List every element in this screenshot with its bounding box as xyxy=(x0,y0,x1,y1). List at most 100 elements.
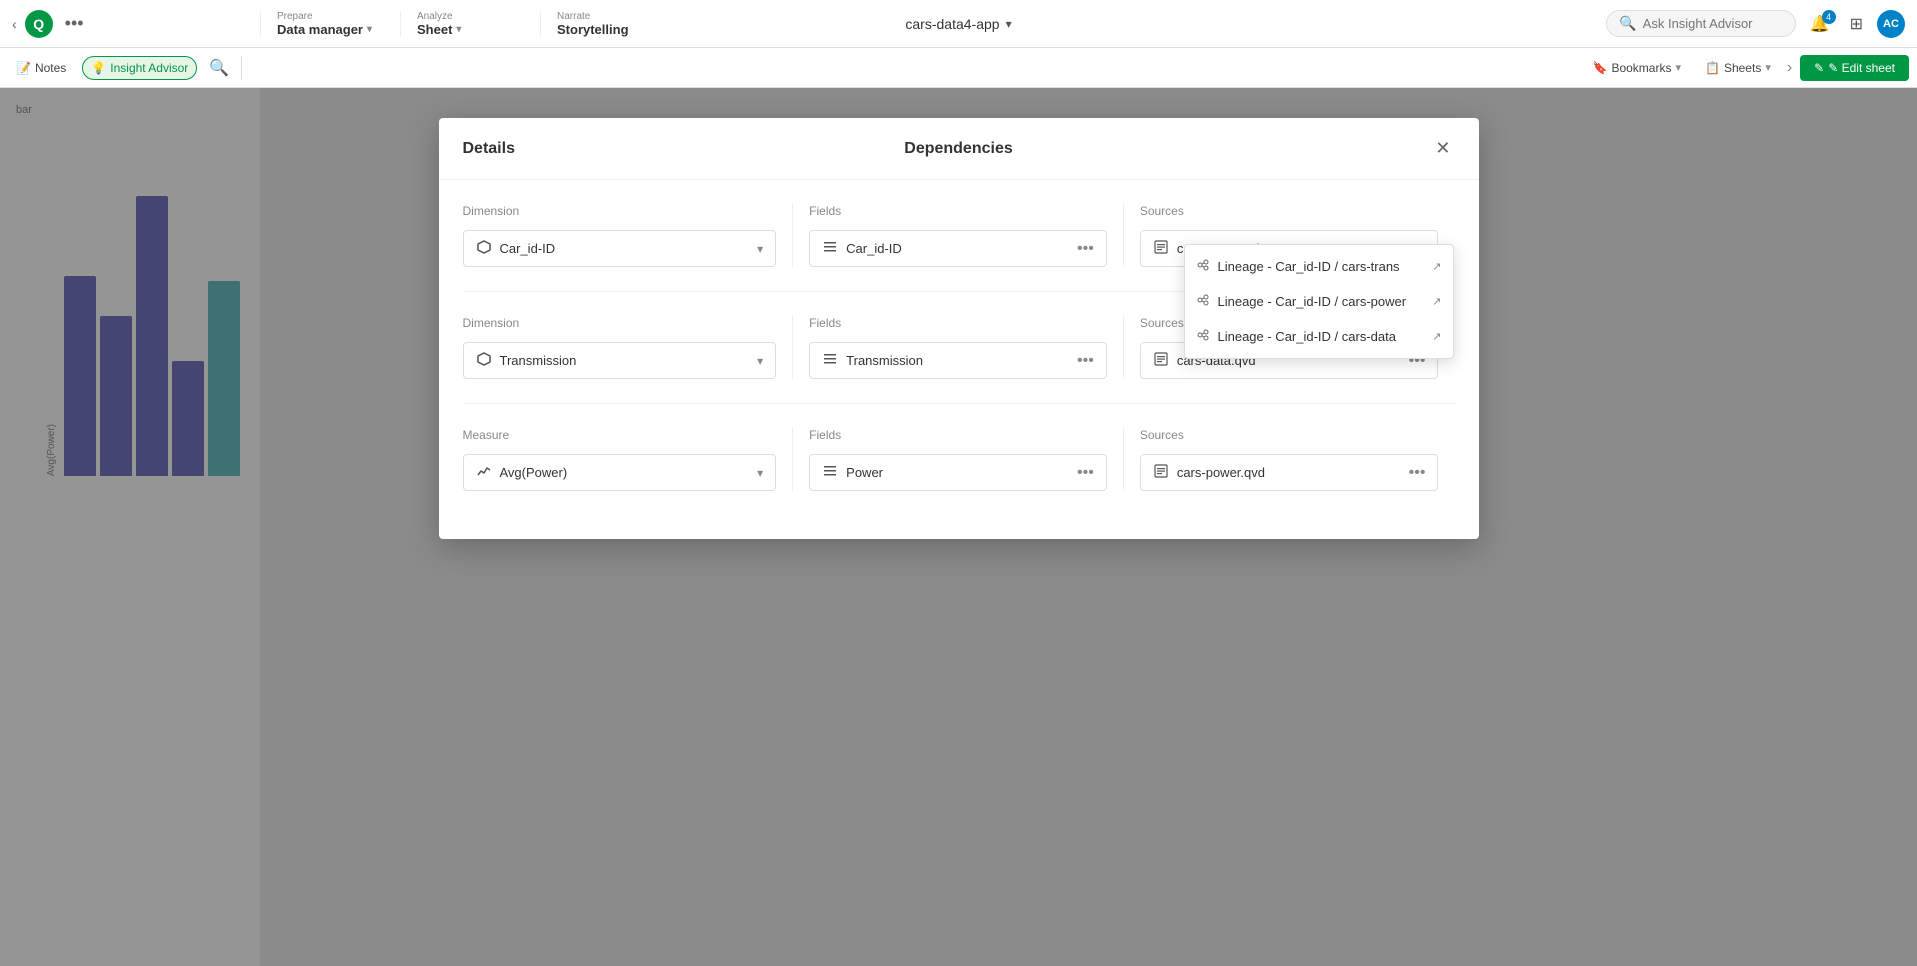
search-bar[interactable]: 🔍 xyxy=(1606,10,1795,37)
lineage-text-3: Lineage - Car_id-ID / cars-data xyxy=(1217,329,1424,344)
dropdown-chevron-icon-3: ▾ xyxy=(757,466,763,480)
fields-label-1: Fields xyxy=(809,204,1107,218)
field-value-1: Car_id-ID xyxy=(846,241,1069,256)
dropdown-chevron-icon-1: ▾ xyxy=(757,242,763,256)
narrate-section: Narrate Storytelling xyxy=(540,11,680,37)
back-button[interactable]: ‹ xyxy=(8,12,21,36)
notes-icon: 📝 xyxy=(16,61,31,75)
sources-label-1: Sources xyxy=(1140,204,1439,218)
app-title-chevron-icon: ▾ xyxy=(1006,17,1012,31)
insight-icon: 💡 xyxy=(91,61,106,75)
top-navbar: ‹ Q ••• Prepare Data manager ▾ Analyze S… xyxy=(0,0,1917,48)
chevron-down-icon-3: ▾ xyxy=(1675,61,1681,74)
dimension-label-1: Dimension xyxy=(463,204,777,218)
apps-button[interactable]: ⊞ xyxy=(1844,10,1869,38)
more-options-icon[interactable]: › xyxy=(1787,59,1792,77)
chevron-down-icon: ▾ xyxy=(367,24,372,35)
app-title: cars-data4-app ▾ xyxy=(905,16,1011,32)
lineage-item-2[interactable]: Lineage - Car_id-ID / cars-power ↗ xyxy=(1185,284,1453,319)
field-more-button-3[interactable]: ••• xyxy=(1077,464,1094,482)
field-icon-1 xyxy=(822,239,838,258)
topbar-more-button[interactable]: ••• xyxy=(57,9,92,38)
lineage-text-2: Lineage - Car_id-ID / cars-power xyxy=(1217,294,1424,309)
analyze-section: Analyze Sheet ▾ xyxy=(400,11,540,37)
qlik-logo-circle: Q xyxy=(25,10,53,38)
car-id-field-item: Car_id-ID ••• xyxy=(809,230,1107,267)
toolbar-separator xyxy=(241,56,242,80)
search-input[interactable] xyxy=(1643,16,1783,31)
bookmarks-button[interactable]: 🔖 Bookmarks ▾ xyxy=(1584,57,1689,79)
lineage-icon-1 xyxy=(1197,259,1209,274)
notification-badge: 4 xyxy=(1822,10,1836,24)
topbar-left-section: ‹ Q ••• xyxy=(0,9,260,38)
transmission-field-item: Transmission ••• xyxy=(809,342,1107,379)
dialog-dependencies-title: Dependencies xyxy=(904,140,1012,158)
analyze-label: Analyze xyxy=(417,11,524,22)
chevron-down-icon-2: ▾ xyxy=(456,24,461,35)
dimension-col-1: Dimension Car_id-ID ▾ xyxy=(463,204,794,267)
modal-overlay: Details Dependencies ✕ Dimension xyxy=(0,88,1917,966)
fields-label-2: Fields xyxy=(809,316,1107,330)
field-icon-3 xyxy=(822,463,838,482)
measure-label: Measure xyxy=(463,428,777,442)
lineage-icon-3 xyxy=(1197,329,1209,344)
source-value-3: cars-power.qvd xyxy=(1177,465,1401,480)
bookmark-icon: 🔖 xyxy=(1592,61,1607,75)
dimension-col-2: Dimension Transmission ▾ xyxy=(463,316,794,379)
dialog-body: Dimension Car_id-ID ▾ xyxy=(439,180,1479,539)
qlik-logo: Q xyxy=(25,10,53,38)
search-icon-toolbar[interactable]: 🔍 xyxy=(205,54,233,82)
dialog-close-button[interactable]: ✕ xyxy=(1431,134,1454,163)
user-avatar[interactable]: AC xyxy=(1877,10,1905,38)
search-icon: 🔍 xyxy=(1619,15,1636,32)
dependencies-dialog: Details Dependencies ✕ Dimension xyxy=(439,118,1479,539)
dimension-icon-2 xyxy=(476,351,492,370)
sheets-button[interactable]: 📋 Sheets ▾ xyxy=(1697,57,1779,79)
external-link-icon-2: ↗ xyxy=(1432,295,1441,308)
dialog-header: Details Dependencies ✕ xyxy=(439,118,1479,180)
apps-grid-icon: ⊞ xyxy=(1850,16,1863,33)
dialog-row-1: Dimension Car_id-ID ▾ xyxy=(463,204,1455,292)
sheet-button[interactable]: Sheet ▾ xyxy=(417,22,524,37)
storytelling-button[interactable]: Storytelling xyxy=(557,22,664,37)
avgpower-measure-dropdown[interactable]: Avg(Power) ▾ xyxy=(463,454,777,491)
source-more-button-3[interactable]: ••• xyxy=(1409,464,1426,482)
secondary-toolbar: 📝 Notes 💡 Insight Advisor 🔍 🔖 Bookmarks … xyxy=(0,48,1917,88)
edit-sheet-button[interactable]: ✎ ✎ Edit sheet xyxy=(1800,55,1909,81)
dimension-value-2: Transmission xyxy=(500,353,750,368)
lineage-dropdown: Lineage - Car_id-ID / cars-trans ↗ xyxy=(1184,244,1454,359)
insight-advisor-button[interactable]: 💡 Insight Advisor xyxy=(82,56,197,80)
notes-button[interactable]: 📝 Notes xyxy=(8,57,74,79)
data-manager-button[interactable]: Data manager ▾ xyxy=(277,22,384,37)
narrate-label: Narrate xyxy=(557,11,664,22)
measure-col: Measure Avg(Power) ▾ xyxy=(463,428,794,491)
fields-col-1: Fields Car_id-ID ••• xyxy=(793,204,1124,267)
power-field-item: Power ••• xyxy=(809,454,1107,491)
lineage-item-1[interactable]: Lineage - Car_id-ID / cars-trans ↗ xyxy=(1185,249,1453,284)
chevron-down-icon-4: ▾ xyxy=(1765,61,1771,74)
field-more-button-1[interactable]: ••• xyxy=(1077,240,1094,258)
field-value-2: Transmission xyxy=(846,353,1069,368)
source-icon-2 xyxy=(1153,351,1169,370)
car-id-dimension-dropdown[interactable]: Car_id-ID ▾ xyxy=(463,230,777,267)
source-icon-1 xyxy=(1153,239,1169,258)
sources-label-3: Sources xyxy=(1140,428,1439,442)
field-more-button-2[interactable]: ••• xyxy=(1077,352,1094,370)
sheets-icon: 📋 xyxy=(1705,61,1720,75)
measure-icon xyxy=(476,463,492,482)
notifications-button[interactable]: 🔔 4 xyxy=(1804,10,1836,38)
dimension-label-2: Dimension xyxy=(463,316,777,330)
field-icon-2 xyxy=(822,351,838,370)
lineage-item-3[interactable]: Lineage - Car_id-ID / cars-data ↗ xyxy=(1185,319,1453,354)
sources-col-1: Sources cars-trans.qvd xyxy=(1124,204,1455,267)
cars-power-source-item: cars-power.qvd ••• xyxy=(1140,454,1439,491)
toolbar-right-section: 🔖 Bookmarks ▾ 📋 Sheets ▾ › ✎ ✎ Edit shee… xyxy=(1584,55,1909,81)
measure-value: Avg(Power) xyxy=(500,465,750,480)
sources-col-3: Sources cars-power.qvd xyxy=(1124,428,1455,491)
topbar-right-section: 🔍 🔔 4 ⊞ AC xyxy=(1594,10,1917,38)
prepare-section: Prepare Data manager ▾ xyxy=(260,11,400,37)
transmission-dimension-dropdown[interactable]: Transmission ▾ xyxy=(463,342,777,379)
field-value-3: Power xyxy=(846,465,1069,480)
fields-label-3: Fields xyxy=(809,428,1107,442)
edit-icon: ✎ xyxy=(1814,61,1824,75)
